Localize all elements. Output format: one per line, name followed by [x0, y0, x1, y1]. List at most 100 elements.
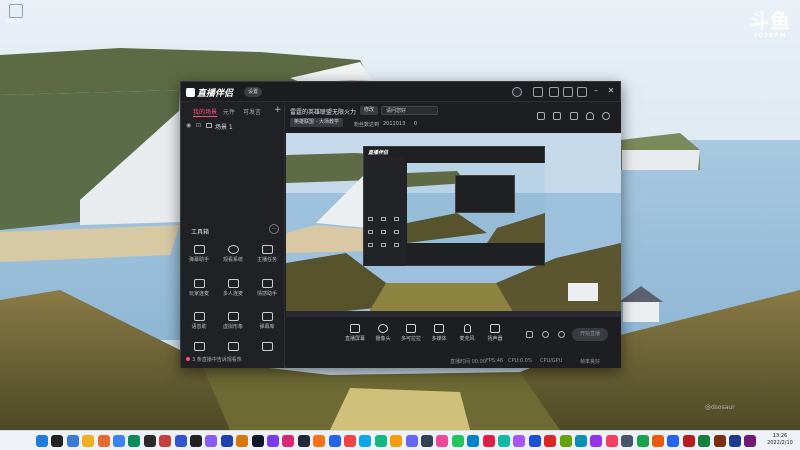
gear-icon[interactable]	[558, 331, 565, 338]
toolbox-more-icon[interactable]: ···	[269, 224, 279, 234]
taskbar-app-icon[interactable]	[682, 435, 695, 447]
taskbar-app-icon[interactable]	[498, 435, 510, 447]
tool-emotion[interactable]: 情感助手	[252, 279, 282, 301]
control-label: 摄像头	[375, 336, 391, 342]
taskbar-app-icon[interactable]	[344, 435, 356, 447]
record-icon[interactable]	[526, 331, 533, 338]
control-speaker[interactable]: 扬声器	[482, 324, 508, 342]
taskbar-app-icon[interactable]	[528, 435, 541, 447]
taskbar-app-icon[interactable]	[405, 435, 418, 447]
taskbar-app-icon[interactable]	[421, 435, 433, 447]
taskbar-app-icon[interactable]	[174, 435, 187, 447]
taskbar-app-icon[interactable]	[374, 435, 387, 447]
taskbar-app-icon[interactable]	[143, 435, 156, 447]
tool-multi-link[interactable]: 多人连麦	[218, 279, 248, 301]
taskbar-app-icon[interactable]	[205, 435, 218, 447]
control-media[interactable]: 多媒体	[426, 324, 452, 342]
settings-badge[interactable]: 设置	[244, 87, 263, 97]
stream-preview[interactable]: 直播伴侣	[286, 133, 621, 317]
taskbar-app-icon[interactable]	[267, 435, 279, 447]
category-chip[interactable]: 请问您好	[381, 106, 438, 115]
taskbar-app-icon[interactable]	[359, 435, 372, 447]
taskbar-app-icon[interactable]	[467, 435, 480, 447]
minimize-icon[interactable]: –	[590, 85, 602, 97]
control-screen[interactable]: 直播屏幕	[342, 324, 368, 342]
timer-icon[interactable]	[542, 331, 549, 338]
taskbar-app-icon[interactable]	[36, 435, 48, 447]
taskbar-app-icon[interactable]	[313, 435, 326, 447]
tool-danmaku[interactable]: 弹幕助手	[184, 245, 214, 267]
control-share[interactable]: 多可拉拉	[398, 324, 424, 342]
add-scene-icon[interactable]: +	[274, 105, 282, 115]
game-category[interactable]: 英雄联盟 - 大场教学	[290, 118, 343, 127]
desktop-icon-edge[interactable]: Micro...	[2, 2, 30, 25]
control-camera[interactable]: 摄像头	[370, 324, 396, 342]
close-icon[interactable]: ✕	[605, 85, 617, 97]
taskbar-app-icon[interactable]	[159, 435, 172, 447]
lock-icon[interactable]: ⊡	[196, 122, 201, 129]
taskbar-app-icon[interactable]	[544, 435, 557, 447]
tab-my-scenes[interactable]: 我的场景	[193, 107, 217, 116]
gift-box-icon[interactable]	[537, 112, 545, 120]
tool-home[interactable]	[252, 342, 282, 364]
control-mic[interactable]: 麦克风	[454, 324, 480, 342]
tab-speakers[interactable]: 可发言	[243, 107, 261, 116]
taskbar-app-icon[interactable]	[482, 435, 495, 447]
taskbar-app-icon[interactable]	[66, 435, 79, 447]
room-title: 雷霆的英雄联盟无限火力	[290, 109, 357, 116]
taskbar-app-icon[interactable]	[559, 435, 572, 447]
system-clock[interactable]: 13:26 2022/2/10	[763, 433, 797, 447]
scene-item[interactable]: ◉ ⊡ 场景 1	[181, 120, 285, 132]
taskbar-app-icon[interactable]	[713, 435, 726, 447]
tool-player-link[interactable]: 玩家连麦	[184, 279, 214, 301]
taskbar-app-icon[interactable]	[636, 435, 649, 447]
taskbar-app-icon[interactable]	[621, 435, 634, 447]
taskbar-app-icon[interactable]	[51, 435, 64, 447]
message-icon[interactable]	[533, 87, 543, 97]
taskbar-app-icon[interactable]	[513, 435, 526, 447]
edit-title-chip[interactable]: 修改	[360, 106, 379, 115]
taskbar-app-icon[interactable]	[744, 435, 757, 447]
tool-avatar[interactable]: 虚拟形象	[218, 312, 248, 334]
tool-tasks[interactable]: 主播任务	[252, 245, 282, 267]
gift-icon[interactable]	[549, 87, 559, 97]
taskbar-app-icon[interactable]	[590, 435, 603, 447]
taskbar-app-icon[interactable]	[128, 435, 141, 447]
menu-icon[interactable]	[577, 87, 587, 97]
share-icon[interactable]	[602, 112, 610, 120]
taskbar-app-icon[interactable]	[729, 435, 741, 447]
taskbar-app-icon[interactable]	[297, 435, 310, 447]
taskbar-app-icon[interactable]	[575, 435, 587, 447]
taskbar-app-icon[interactable]	[436, 435, 449, 447]
taskbar-app-icon[interactable]	[236, 435, 249, 447]
bell-icon[interactable]	[586, 112, 594, 120]
tool-voice[interactable]: 语音助	[184, 312, 214, 334]
bag-icon[interactable]	[553, 112, 561, 120]
nested-inner-window	[455, 175, 515, 213]
taskbar-app-icon[interactable]	[605, 435, 618, 447]
tab-components[interactable]: 元件	[223, 107, 235, 116]
taskbar-app-icon[interactable]	[390, 435, 403, 447]
taskbar-app-icon[interactable]	[190, 435, 202, 447]
taskbar-app-icon[interactable]	[698, 435, 711, 447]
avatar-icon[interactable]	[512, 87, 522, 97]
live-tip[interactable]: 3 条直播中告诉观看热	[186, 356, 242, 363]
taskbar: 13:26 2022/2/10	[0, 430, 800, 450]
taskbar-app-icon[interactable]	[652, 435, 664, 447]
share-icon	[406, 324, 416, 333]
shirt-icon[interactable]	[563, 87, 573, 97]
tool-library[interactable]: 弹幕库	[252, 312, 282, 334]
eye-icon[interactable]: ◉	[186, 122, 191, 129]
taskbar-app-icon[interactable]	[451, 435, 464, 447]
taskbar-app-icon[interactable]	[328, 435, 341, 447]
taskbar-app-icon[interactable]	[220, 435, 233, 447]
taskbar-app-icon[interactable]	[113, 435, 125, 447]
taskbar-app-icon[interactable]	[667, 435, 680, 447]
taskbar-app-icon[interactable]	[82, 435, 95, 447]
save-icon[interactable]	[570, 112, 578, 120]
taskbar-app-icon[interactable]	[282, 435, 295, 447]
start-live-button[interactable]: 开始直播	[572, 328, 608, 341]
tool-viewers[interactable]: 观看系统	[218, 245, 248, 267]
taskbar-app-icon[interactable]	[97, 435, 110, 447]
taskbar-app-icon[interactable]	[251, 435, 264, 447]
